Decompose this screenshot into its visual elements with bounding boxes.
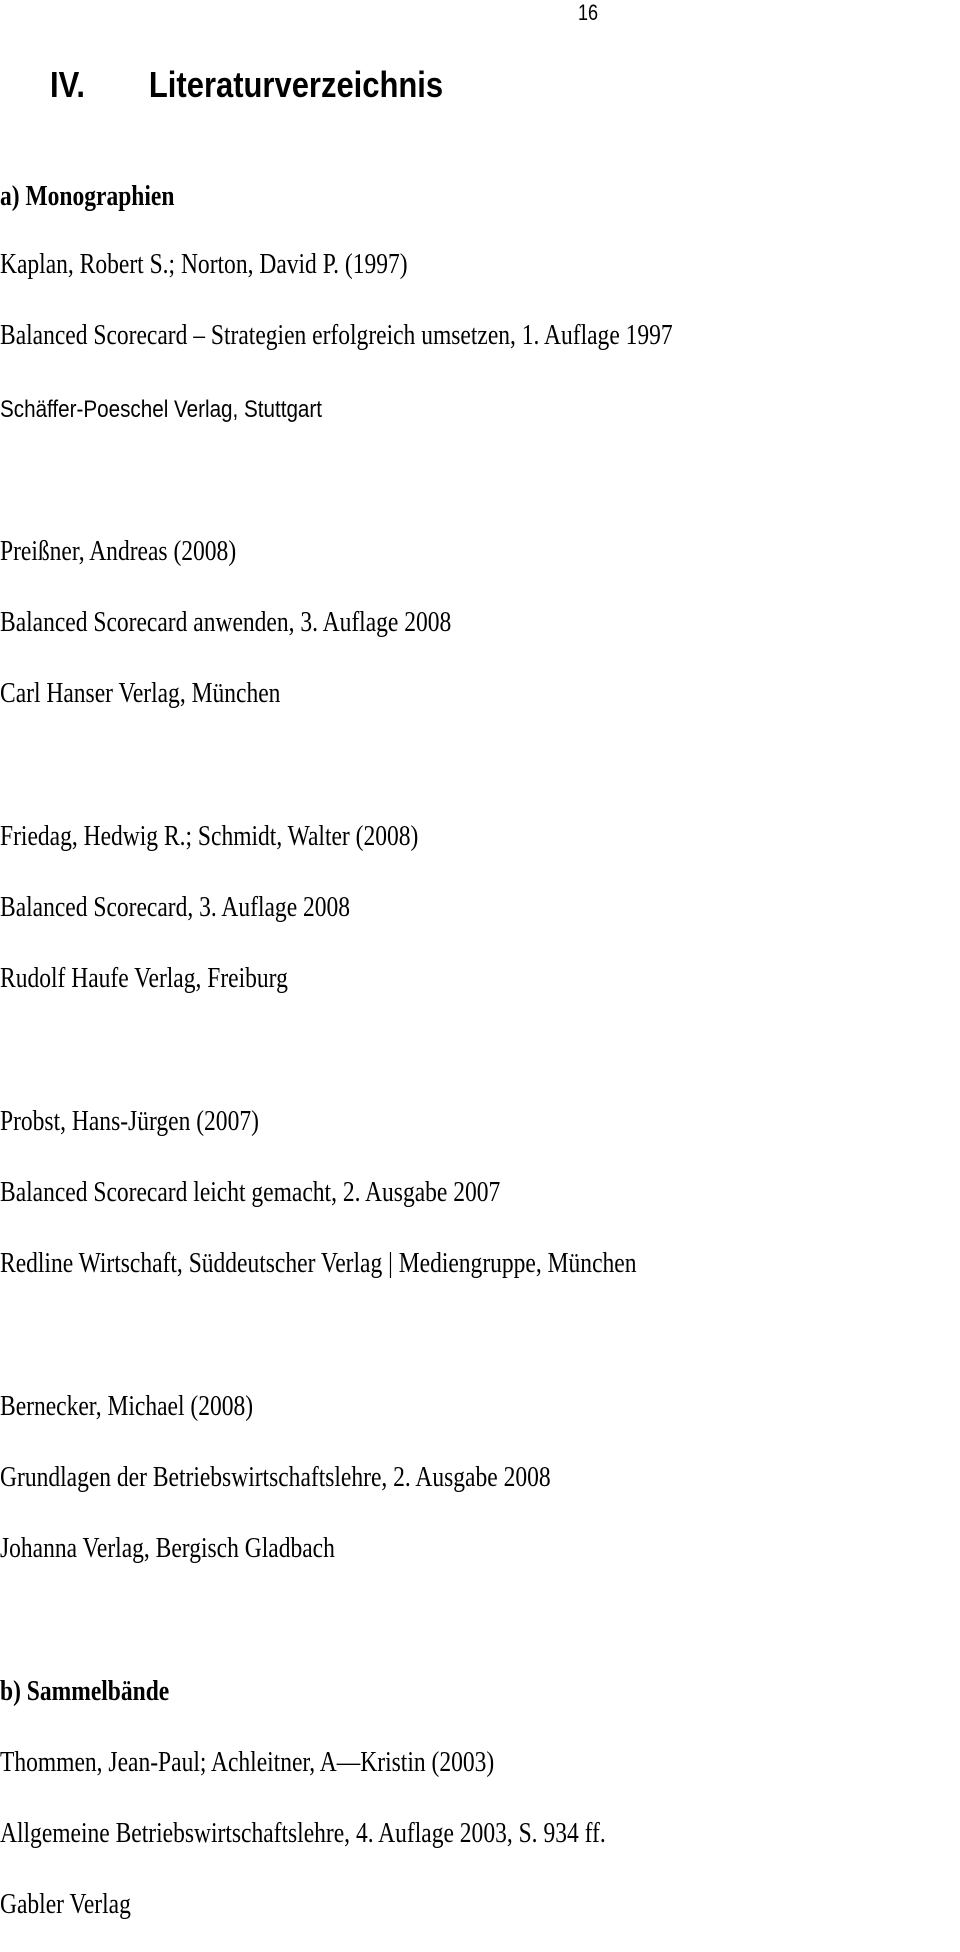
chapter-heading: IV. Literaturverzeichnis	[50, 64, 443, 106]
entry-title: Balanced Scorecard leicht gemacht, 2. Au…	[0, 1177, 501, 1208]
entry-publisher: Johanna Verlag, Bergisch Gladbach	[0, 1533, 335, 1564]
chapter-numeral: IV.	[50, 64, 86, 105]
entry-title: Balanced Scorecard anwenden, 3. Auflage …	[0, 607, 452, 638]
entry-publisher: Rudolf Haufe Verlag, Freiburg	[0, 963, 288, 994]
entry-publisher: Carl Hanser Verlag, München	[0, 678, 281, 709]
section-heading-monographien: a) Monographien	[0, 181, 175, 212]
entry-authors: Bernecker, Michael (2008)	[0, 1391, 254, 1422]
section-heading-sammelbaende: b) Sammelbände	[0, 1676, 170, 1707]
entry-title: Balanced Scorecard, 3. Auflage 2008	[0, 892, 351, 923]
entry-publisher: Gabler Verlag	[0, 1889, 131, 1920]
page-number: 16	[578, 0, 599, 25]
entry-title: Balanced Scorecard – Strategien erfolgre…	[0, 320, 673, 351]
chapter-title: Literaturverzeichnis	[148, 64, 444, 105]
entry-authors: Thommen, Jean-Paul; Achleitner, A—Kristi…	[0, 1747, 495, 1778]
entry-publisher: Schäffer-Poeschel Verlag, Stuttgart	[0, 396, 323, 423]
entry-authors: Kaplan, Robert S.; Norton, David P. (199…	[0, 249, 408, 280]
entry-authors: Probst, Hans-Jürgen (2007)	[0, 1106, 259, 1137]
entry-publisher: Redline Wirtschaft, Süddeutscher Verlag …	[0, 1248, 637, 1279]
entry-title: Grundlagen der Betriebswirtschaftslehre,…	[0, 1462, 551, 1493]
entry-authors: Friedag, Hedwig R.; Schmidt, Walter (200…	[0, 821, 419, 852]
entry-title: Allgemeine Betriebswirtschaftslehre, 4. …	[0, 1818, 606, 1849]
entry-authors: Preißner, Andreas (2008)	[0, 536, 237, 567]
